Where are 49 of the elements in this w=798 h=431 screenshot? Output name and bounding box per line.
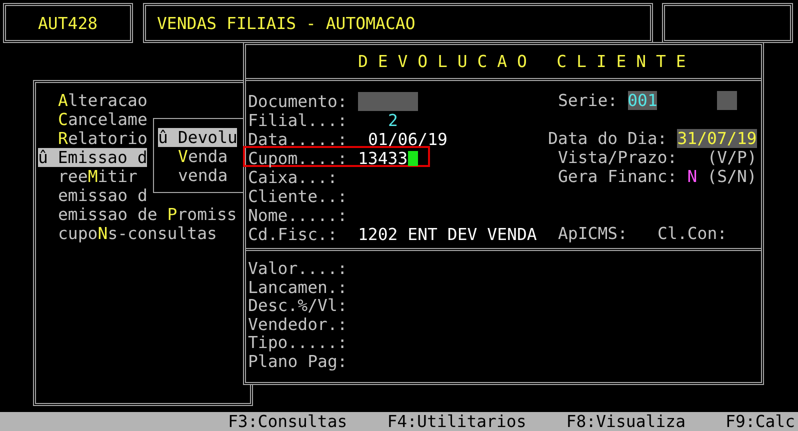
field-value: N bbox=[687, 167, 698, 186]
field-label: ApICMS: bbox=[558, 224, 628, 243]
field-value: 31/07/19 bbox=[677, 129, 757, 148]
program-code: AUT428 bbox=[38, 14, 98, 32]
menu-item[interactable]: cupoNs-consultas bbox=[38, 224, 217, 243]
menu-item[interactable]: Relatorio bbox=[38, 129, 148, 148]
input-field[interactable] bbox=[717, 91, 738, 110]
app-title: VENDAS FILIAIS - AUTOMACAO bbox=[157, 14, 416, 32]
field-label: Desc.%/Vl: bbox=[248, 297, 348, 316]
field-label: Data do Dia: bbox=[548, 129, 668, 148]
option-hint: (S/N) bbox=[707, 167, 757, 186]
option-hint: (V/P) bbox=[707, 148, 757, 167]
field-label: Plano Pag: bbox=[248, 352, 348, 372]
field-value: 13433 bbox=[358, 149, 408, 165]
menu-item[interactable]: reeMitir bbox=[38, 167, 138, 186]
field-label: Nome.....: bbox=[248, 206, 348, 222]
function-key[interactable]: F8:Visualiza bbox=[566, 412, 686, 431]
field-label: Documento: bbox=[248, 92, 348, 108]
menu-item[interactable]: emissao d bbox=[38, 186, 148, 205]
menu-item[interactable]: Venda bbox=[158, 147, 228, 166]
field-label: Lancamen.: bbox=[248, 278, 348, 298]
menu-item[interactable]: û Emissao d bbox=[38, 148, 148, 167]
field-label: Valor....: bbox=[248, 260, 348, 279]
field-label: Cupom....: bbox=[248, 149, 348, 165]
menu-item[interactable]: venda bbox=[158, 166, 228, 185]
menu-item[interactable]: Cancelame bbox=[38, 110, 148, 129]
function-key[interactable]: F9:Calc bbox=[726, 412, 796, 431]
field-label: Cliente..: bbox=[248, 187, 348, 203]
field-label: Serie: bbox=[558, 91, 618, 110]
field-label: Cl.Con: bbox=[658, 224, 728, 243]
field-label: Cd.Fisc.: bbox=[248, 225, 338, 241]
function-key[interactable]: F4:Utilitarios bbox=[387, 412, 526, 431]
field-label: Data.....: bbox=[248, 130, 348, 146]
menu-item[interactable]: Alteracao bbox=[38, 91, 148, 110]
field-label: Filial...: bbox=[248, 111, 348, 127]
field-value: 01/06/19 bbox=[368, 130, 448, 146]
field-label: Vendedor.: bbox=[248, 316, 348, 334]
field-value: 2 bbox=[388, 111, 398, 127]
input-field[interactable]: 001 bbox=[628, 91, 658, 110]
menu-item[interactable]: emissao de P romiss bbox=[38, 205, 237, 224]
dialog-title: D E V O L U C A O C L I E N T E bbox=[358, 52, 686, 71]
field-label: Caixa...: bbox=[248, 168, 338, 184]
menu-item[interactable]: û Devolu bbox=[158, 128, 238, 147]
field-label: Tipo.....: bbox=[248, 334, 348, 353]
function-key[interactable]: F3:Consultas bbox=[228, 412, 348, 431]
field-label: Vista/Prazo: bbox=[558, 148, 678, 167]
field-value: 1202 ENT DEV VENDA bbox=[358, 225, 537, 241]
input-field[interactable] bbox=[358, 92, 418, 111]
field-label: Gera Financ: bbox=[558, 167, 678, 186]
